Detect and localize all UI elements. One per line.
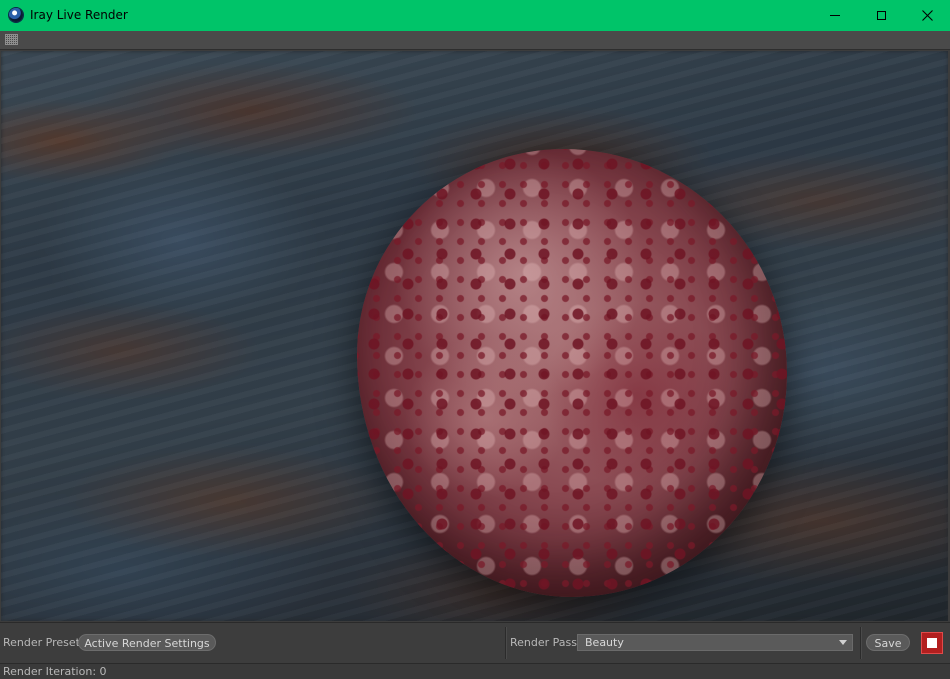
- divider: [505, 627, 506, 659]
- window-title: Iray Live Render: [30, 8, 128, 22]
- maximize-icon: [876, 11, 886, 20]
- toolbar: [0, 31, 950, 50]
- render-iteration-status: Render Iteration: 0: [3, 665, 107, 678]
- app-icon: [9, 8, 23, 22]
- divider: [860, 627, 861, 659]
- render-preset-button[interactable]: Active Render Settings: [78, 634, 216, 651]
- chevron-down-icon: [839, 640, 847, 645]
- render-viewport[interactable]: [1, 51, 948, 621]
- maximize-button[interactable]: [858, 0, 904, 31]
- render-pass-select[interactable]: Beauty: [577, 634, 853, 651]
- close-icon: [921, 10, 933, 21]
- minimize-icon: [830, 15, 840, 16]
- render-pass-label: Render Pass: [510, 636, 577, 649]
- rendered-sphere-object: [357, 149, 787, 597]
- render-preset-label: Render Preset: [3, 636, 80, 649]
- stop-render-button[interactable]: [921, 632, 943, 654]
- render-controls-bar: Render Preset Active Render Settings Ren…: [0, 622, 950, 663]
- sphere-spots: [357, 149, 787, 597]
- close-button[interactable]: [904, 0, 950, 31]
- title-bar[interactable]: Iray Live Render: [0, 0, 950, 31]
- minimize-button[interactable]: [812, 0, 858, 31]
- render-pass-value: Beauty: [585, 636, 624, 649]
- status-bar: Render Iteration: 0: [0, 663, 950, 679]
- save-button[interactable]: Save: [866, 634, 910, 651]
- grip-icon[interactable]: [5, 34, 18, 45]
- stop-icon: [927, 638, 937, 648]
- iray-live-render-window: Iray Live Render Render Preset Active Re…: [0, 0, 950, 679]
